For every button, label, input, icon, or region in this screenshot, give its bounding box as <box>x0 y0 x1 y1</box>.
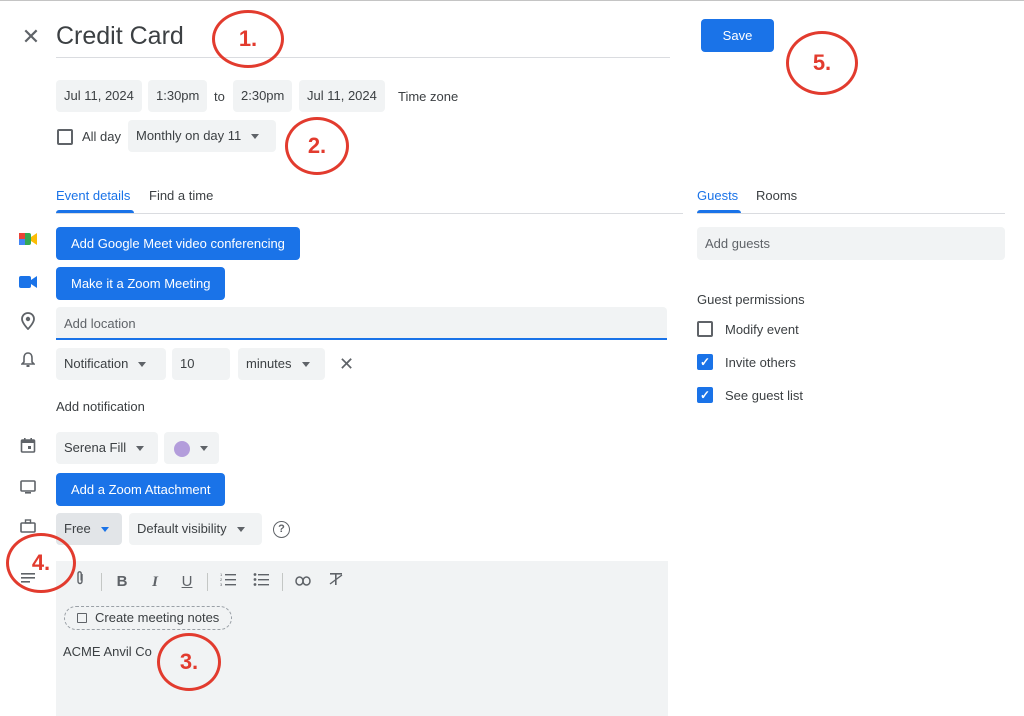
description-text[interactable]: ACME Anvil Co <box>63 644 152 659</box>
annotation-marker-2: 2. <box>285 117 349 175</box>
zoom-icon <box>16 272 40 296</box>
guests-tabs-divider <box>697 213 1005 214</box>
see-guest-list-label: See guest list <box>725 388 804 403</box>
modify-event-checkbox[interactable] <box>697 321 713 337</box>
visibility-dropdown[interactable]: Default visibility <box>129 513 262 545</box>
see-guest-list-checkbox[interactable]: ✓ <box>697 387 713 403</box>
notification-amount-input[interactable]: 10 <box>172 348 230 380</box>
toolbar-separator <box>101 573 102 591</box>
add-guests-input[interactable]: Add guests <box>697 227 1005 260</box>
clear-format-icon[interactable] <box>326 570 346 594</box>
chevron-down-icon <box>136 446 145 452</box>
save-button[interactable]: Save <box>701 19 774 52</box>
notification-unit-dropdown[interactable]: minutes <box>238 348 325 380</box>
tab-rooms[interactable]: Rooms <box>756 188 797 203</box>
to-label: to <box>214 89 225 104</box>
zoom-attachment-button[interactable]: Add a Zoom Attachment <box>56 473 226 506</box>
chevron-down-icon <box>200 446 208 452</box>
color-swatch <box>174 440 190 457</box>
tab-find-a-time[interactable]: Find a time <box>149 188 213 203</box>
all-day-label: All day <box>82 129 122 144</box>
location-pin-icon <box>16 312 40 336</box>
create-meeting-notes-label: Create meeting notes <box>95 610 220 625</box>
create-meeting-notes-button[interactable]: Create meeting notes <box>64 606 233 630</box>
visibility-value: Default visibility <box>137 521 227 536</box>
remove-notification-icon[interactable]: ✕ <box>339 354 354 374</box>
chevron-down-icon <box>251 134 260 140</box>
help-icon[interactable]: ? <box>273 521 290 538</box>
start-date-chip[interactable]: Jul 11, 2024 <box>56 80 142 112</box>
event-title-input[interactable]: Credit Card <box>56 22 184 51</box>
chevron-down-icon <box>100 527 109 533</box>
annotation-marker-4: 4. <box>6 533 76 593</box>
recurrence-value: Monthly on day 11 <box>136 128 242 143</box>
annotation-marker-5: 5. <box>786 31 858 95</box>
availability-value: Free <box>64 521 91 536</box>
end-date-chip[interactable]: Jul 11, 2024 <box>299 80 385 112</box>
add-google-meet-button[interactable]: Add Google Meet video conferencing <box>56 227 300 260</box>
top-divider <box>0 0 1024 1</box>
guest-permissions-title: Guest permissions <box>697 292 805 307</box>
modify-event-label: Modify event <box>725 322 799 337</box>
tabs-divider <box>56 213 683 214</box>
svg-text:3: 3 <box>220 582 223 586</box>
annotation-marker-3: 3. <box>157 633 221 691</box>
availability-dropdown[interactable]: Free <box>56 513 122 545</box>
add-notification-link[interactable]: Add notification <box>56 399 145 414</box>
location-input[interactable]: Add location <box>56 307 667 340</box>
monitor-icon <box>16 478 40 502</box>
close-icon[interactable]: ✕ <box>18 24 44 50</box>
tab-guests[interactable]: Guests <box>697 188 738 203</box>
notification-unit-value: minutes <box>246 356 292 371</box>
all-day-checkbox[interactable] <box>57 129 73 145</box>
notes-icon <box>77 613 87 623</box>
toolbar-separator <box>282 573 283 591</box>
google-meet-icon <box>16 231 40 255</box>
bulleted-list-icon[interactable] <box>251 570 271 594</box>
calendar-owner-value: Serena Fill <box>64 440 127 455</box>
bell-icon <box>16 352 40 376</box>
notification-type-value: Notification <box>64 356 129 371</box>
toolbar-separator <box>207 573 208 591</box>
zoom-meeting-button[interactable]: Make it a Zoom Meeting <box>56 267 226 300</box>
link-icon[interactable] <box>293 570 313 594</box>
event-color-dropdown[interactable] <box>164 432 219 464</box>
bold-icon[interactable]: B <box>112 570 132 594</box>
numbered-list-icon[interactable]: 123 <box>218 570 238 594</box>
tab-event-details[interactable]: Event details <box>56 188 130 203</box>
invite-others-label: Invite others <box>725 355 796 370</box>
calendar-icon <box>16 437 40 461</box>
chevron-down-icon <box>236 527 245 533</box>
timezone-link[interactable]: Time zone <box>398 89 458 104</box>
recurrence-dropdown[interactable]: Monthly on day 11 <box>128 120 276 152</box>
italic-icon[interactable]: I <box>145 570 165 594</box>
invite-others-checkbox[interactable]: ✓ <box>697 354 713 370</box>
start-time-chip[interactable]: 1:30pm <box>148 80 208 112</box>
chevron-down-icon <box>301 362 310 368</box>
annotation-marker-1: 1. <box>212 10 284 68</box>
notification-type-dropdown[interactable]: Notification <box>56 348 166 380</box>
chevron-down-icon <box>138 362 147 368</box>
calendar-owner-dropdown[interactable]: Serena Fill <box>56 432 158 464</box>
underline-icon[interactable]: U <box>177 570 197 594</box>
end-time-chip[interactable]: 2:30pm <box>233 80 293 112</box>
